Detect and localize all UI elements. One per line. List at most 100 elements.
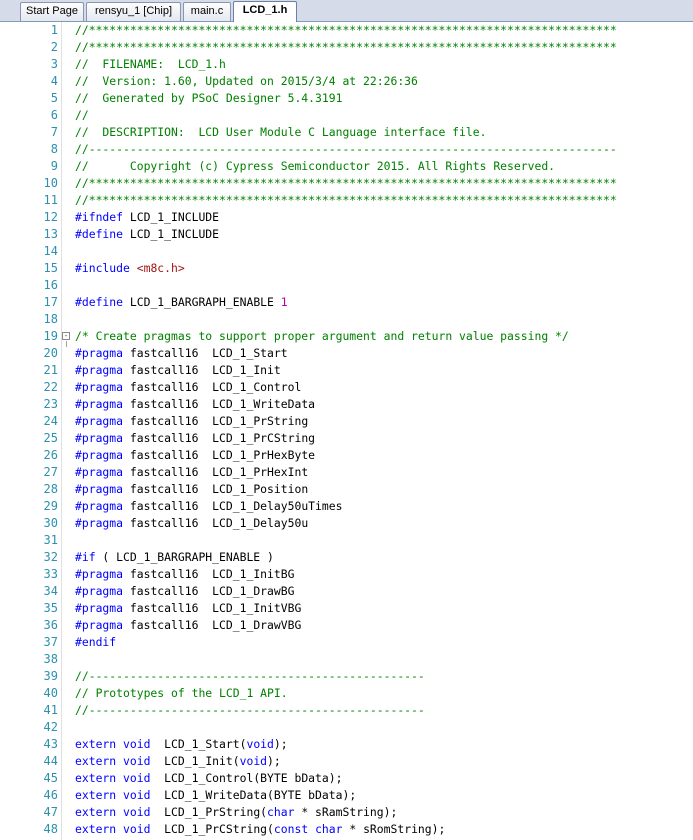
- code-line[interactable]: 43 extern void LCD_1_Start(void);: [0, 736, 693, 753]
- code-token: fastcall16 LCD_1_Start: [123, 346, 288, 360]
- keyword-token: #pragma: [75, 482, 124, 496]
- code-text: #pragma fastcall16 LCD_1_Control: [75, 379, 301, 396]
- code-line[interactable]: 3 // FILENAME: LCD_1.h: [0, 56, 693, 73]
- code-line[interactable]: 26 #pragma fastcall16 LCD_1_PrHexByte: [0, 447, 693, 464]
- tab-start-page[interactable]: Start Page: [20, 2, 84, 21]
- code-line[interactable]: 29 #pragma fastcall16 LCD_1_Delay50uTimes: [0, 498, 693, 515]
- line-number: 34: [43, 584, 58, 598]
- code-line[interactable]: 28 #pragma fastcall16 LCD_1_Position: [0, 481, 693, 498]
- code-line[interactable]: 38: [0, 651, 693, 668]
- code-line[interactable]: 34 #pragma fastcall16 LCD_1_DrawBG: [0, 583, 693, 600]
- code-line[interactable]: 21 #pragma fastcall16 LCD_1_Init: [0, 362, 693, 379]
- keyword-token: #pragma: [75, 516, 124, 530]
- line-number: 39: [43, 669, 58, 683]
- code-line[interactable]: 30 #pragma fastcall16 LCD_1_Delay50u: [0, 515, 693, 532]
- code-line[interactable]: 11 //************************************…: [0, 192, 693, 209]
- code-text: //--------------------------------------…: [75, 141, 617, 158]
- comment-token: // Generated by PSoC Designer 5.4.3191: [75, 91, 343, 105]
- code-line[interactable]: 8 //-------------------------------------…: [0, 141, 693, 158]
- code-line[interactable]: 20 #pragma fastcall16 LCD_1_Start: [0, 345, 693, 362]
- tab-label: Start Page: [26, 5, 78, 17]
- code-line[interactable]: 15 #include <m8c.h>: [0, 260, 693, 277]
- code-editor[interactable]: 1 //*************************************…: [0, 22, 693, 840]
- code-line[interactable]: 22 #pragma fastcall16 LCD_1_Control: [0, 379, 693, 396]
- code-line[interactable]: 10 //************************************…: [0, 175, 693, 192]
- code-line[interactable]: 16: [0, 277, 693, 294]
- code-line[interactable]: 6 //: [0, 107, 693, 124]
- code-text: extern void LCD_1_Control(BYTE bData);: [75, 770, 342, 787]
- collapse-icon[interactable]: -: [62, 332, 70, 340]
- code-line[interactable]: 25 #pragma fastcall16 LCD_1_PrCString: [0, 430, 693, 447]
- code-line[interactable]: 9 // Copyright (c) Cypress Semiconductor …: [0, 158, 693, 175]
- code-line[interactable]: 14: [0, 243, 693, 260]
- code-line[interactable]: 46 extern void LCD_1_WriteData(BYTE bData…: [0, 787, 693, 804]
- comment-token: //: [75, 108, 89, 122]
- line-number: 4: [50, 74, 58, 88]
- tab-lcd-1-h[interactable]: LCD_1.h: [233, 1, 297, 22]
- comment-token: //**************************************…: [75, 176, 617, 190]
- code-line[interactable]: 42: [0, 719, 693, 736]
- code-line[interactable]: 2 //*************************************…: [0, 39, 693, 56]
- line-number: 7: [50, 125, 58, 139]
- code-line[interactable]: 40 // Prototypes of the LCD_1 API.: [0, 685, 693, 702]
- line-number: 18: [43, 312, 58, 326]
- code-text: #pragma fastcall16 LCD_1_Position: [75, 481, 308, 498]
- code-line[interactable]: 24 #pragma fastcall16 LCD_1_PrString: [0, 413, 693, 430]
- code-line[interactable]: 12 #ifndef LCD_1_INCLUDE: [0, 209, 693, 226]
- code-line[interactable]: 45 extern void LCD_1_Control(BYTE bData);: [0, 770, 693, 787]
- code-token: ( LCD_1_BARGRAPH_ENABLE ): [95, 550, 274, 564]
- line-number: 12: [43, 210, 58, 224]
- line-number: 37: [43, 635, 58, 649]
- code-text: //**************************************…: [75, 192, 617, 209]
- code-line[interactable]: 35 #pragma fastcall16 LCD_1_InitVBG: [0, 600, 693, 617]
- keyword-token: #pragma: [75, 465, 124, 479]
- code-line[interactable]: 7 // DESCRIPTION: LCD User Module C Langu…: [0, 124, 693, 141]
- code-line[interactable]: 18: [0, 311, 693, 328]
- code-line[interactable]: 23 #pragma fastcall16 LCD_1_WriteData: [0, 396, 693, 413]
- code-line[interactable]: 5 // Generated by PSoC Designer 5.4.3191: [0, 90, 693, 107]
- code-line[interactable]: 4 // Version: 1.60, Updated on 2015/3/4 a…: [0, 73, 693, 90]
- keyword-token: void: [123, 754, 151, 768]
- comment-token: //--------------------------------------…: [75, 669, 425, 683]
- code-line[interactable]: 27 #pragma fastcall16 LCD_1_PrHexInt: [0, 464, 693, 481]
- keyword-token: #pragma: [75, 346, 124, 360]
- line-number: 43: [43, 737, 58, 751]
- code-line[interactable]: 44 extern void LCD_1_Init(void);: [0, 753, 693, 770]
- line-number: 35: [43, 601, 58, 615]
- line-number: 38: [43, 652, 58, 666]
- code-line[interactable]: 36 #pragma fastcall16 LCD_1_DrawVBG: [0, 617, 693, 634]
- code-token: );: [273, 737, 288, 751]
- code-line[interactable]: 32 #if ( LCD_1_BARGRAPH_ENABLE ): [0, 549, 693, 566]
- code-line[interactable]: 17 #define LCD_1_BARGRAPH_ENABLE 1: [0, 294, 693, 311]
- code-text: //--------------------------------------…: [75, 702, 425, 719]
- line-number: 26: [43, 448, 58, 462]
- keyword-token: #pragma: [75, 363, 124, 377]
- code-token: LCD_1_Init(: [150, 754, 240, 768]
- code-line[interactable]: 48 extern void LCD_1_PrCString(const char…: [0, 821, 693, 838]
- keyword-token: #if: [75, 550, 96, 564]
- code-line[interactable]: 33 #pragma fastcall16 LCD_1_InitBG: [0, 566, 693, 583]
- line-number: 25: [43, 431, 58, 445]
- code-text: // Prototypes of the LCD_1 API.: [75, 685, 288, 702]
- code-line[interactable]: 47 extern void LCD_1_PrString(char * sRam…: [0, 804, 693, 821]
- code-line[interactable]: 37 #endif: [0, 634, 693, 651]
- code-token: fastcall16 LCD_1_Init: [123, 363, 281, 377]
- code-line[interactable]: 19-/* Create pragmas to support proper a…: [0, 328, 693, 345]
- line-number: 24: [43, 414, 58, 428]
- line-number: 15: [43, 261, 58, 275]
- keyword-token: extern: [75, 805, 117, 819]
- line-number: 14: [43, 244, 58, 258]
- code-line[interactable]: 1 //*************************************…: [0, 22, 693, 39]
- code-line[interactable]: 31: [0, 532, 693, 549]
- code-line[interactable]: 41 //------------------------------------…: [0, 702, 693, 719]
- keyword-token: #include: [75, 261, 130, 275]
- tab-main-c[interactable]: main.c: [183, 2, 231, 21]
- code-line[interactable]: 39 //------------------------------------…: [0, 668, 693, 685]
- comment-token: //--------------------------------------…: [75, 142, 617, 156]
- keyword-token: #pragma: [75, 397, 124, 411]
- code-line[interactable]: 13 #define LCD_1_INCLUDE: [0, 226, 693, 243]
- tab-rensyu-chip[interactable]: rensyu_1 [Chip]: [86, 2, 181, 21]
